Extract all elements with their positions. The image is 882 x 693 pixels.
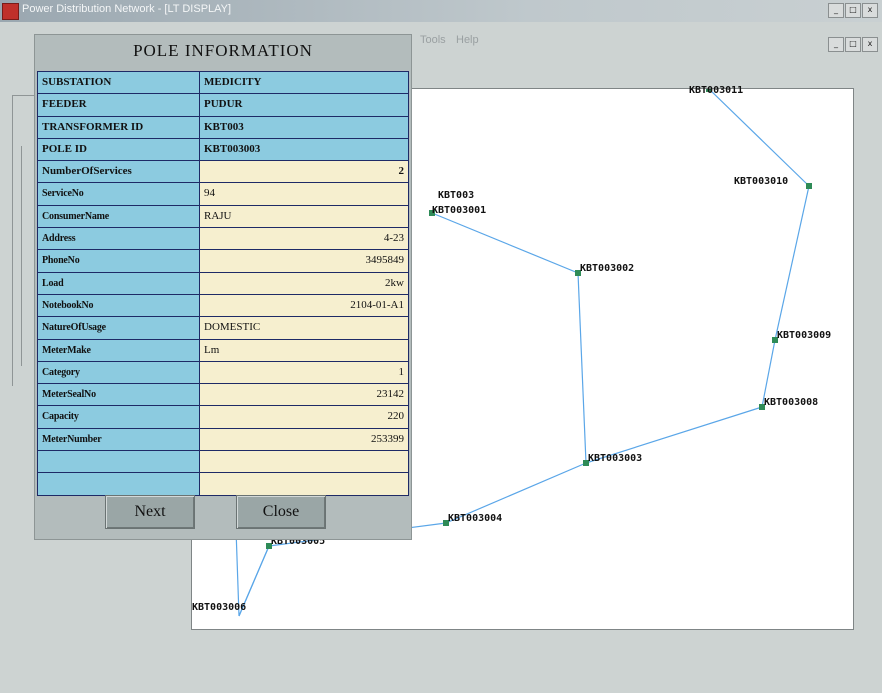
header-row: TRANSFORMER ID KBT003 (38, 116, 408, 139)
dialog-title: POLE INFORMATION (133, 41, 313, 60)
child-close-button[interactable]: x (862, 37, 878, 52)
pole-label[interactable]: KBT003008 (764, 397, 818, 408)
field-label: MeterSealNo (38, 384, 200, 406)
window-controls: _ □ x (828, 3, 878, 18)
field-label: MeterMake (38, 339, 200, 361)
field-label: Load (38, 272, 200, 294)
pole-label[interactable]: KBT003001 (432, 205, 486, 216)
field-label: NatureOfUsage (38, 317, 200, 339)
pole-label[interactable]: KBT003 (438, 190, 474, 201)
field-value[interactable]: 23142 (200, 384, 408, 406)
field-label: POLE ID (38, 138, 200, 161)
field-label (38, 473, 200, 495)
field-label: PhoneNo (38, 250, 200, 272)
field-value[interactable]: PUDUR (200, 94, 408, 116)
field-label (38, 451, 200, 473)
field-value[interactable] (200, 451, 408, 473)
pole-node[interactable] (806, 183, 812, 189)
field-value[interactable]: 3495849 (200, 250, 408, 272)
network-edge (708, 89, 810, 187)
service-row (38, 473, 408, 495)
field-value[interactable]: KBT003003 (200, 138, 408, 161)
service-row: NatureOfUsage DOMESTIC (38, 317, 408, 340)
field-label: SUBSTATION (38, 72, 200, 94)
window-titlebar: Power Distribution Network - [LT DISPLAY… (0, 0, 882, 22)
pole-label[interactable]: KBT003006 (192, 602, 246, 613)
field-value[interactable]: 1 (200, 361, 408, 384)
field-value[interactable]: 220 (200, 406, 408, 428)
field-value[interactable]: MEDICITY (200, 72, 408, 94)
child-minimize-button[interactable]: _ (828, 37, 844, 52)
field-value[interactable]: 94 (200, 183, 408, 205)
network-edge (774, 185, 810, 341)
pole-label[interactable]: KBT003003 (588, 453, 642, 464)
menu-help[interactable]: Help (456, 34, 479, 46)
service-row: Load 2kw (38, 272, 408, 295)
field-label: MeterNumber (38, 428, 200, 451)
next-button[interactable]: Next (105, 495, 195, 529)
network-edge (577, 272, 587, 464)
field-label: ServiceNo (38, 183, 200, 205)
network-edge (431, 212, 579, 274)
child-window-controls: _ □ x (828, 37, 878, 52)
close-window-button[interactable]: x (862, 3, 878, 18)
field-value[interactable]: 4-23 (200, 228, 408, 250)
pole-label[interactable]: KBT003011 (689, 85, 743, 96)
field-label: NumberOfServices (38, 161, 200, 183)
pole-label[interactable]: KBT003004 (448, 513, 502, 524)
field-value[interactable]: RAJU (200, 205, 408, 228)
service-row: ConsumerName RAJU (38, 205, 408, 229)
service-row: ServiceNo 94 (38, 183, 408, 206)
minimize-button[interactable]: _ (828, 3, 844, 18)
field-label: Category (38, 361, 200, 384)
field-label: FEEDER (38, 94, 200, 116)
service-row: Capacity 220 (38, 406, 408, 429)
pole-label[interactable]: KBT003010 (734, 176, 788, 187)
field-value[interactable]: DOMESTIC (200, 317, 408, 339)
service-row: Address 4-23 (38, 228, 408, 251)
field-value[interactable]: 2 (200, 161, 408, 183)
header-row: POLE ID KBT003003 (38, 138, 408, 162)
service-row: MeterMake Lm (38, 339, 408, 362)
pole-label[interactable]: KBT003002 (580, 263, 634, 274)
service-row (38, 451, 408, 474)
service-row: Category 1 (38, 361, 408, 385)
field-value[interactable]: 253399 (200, 428, 408, 451)
header-row: FEEDER PUDUR (38, 94, 408, 117)
field-value[interactable]: Lm (200, 339, 408, 361)
field-value[interactable] (200, 473, 408, 495)
menu-tools[interactable]: Tools (420, 34, 446, 46)
close-button[interactable]: Close (236, 495, 326, 529)
field-label: NotebookNo (38, 294, 200, 317)
field-label: Capacity (38, 406, 200, 428)
pole-info-grid: SUBSTATION MEDICITY FEEDER PUDUR TRANSFORMER… (37, 71, 409, 496)
service-row: NotebookNo 2104-01-A1 (38, 294, 408, 318)
header-row: SUBSTATION MEDICITY (38, 72, 408, 95)
field-value[interactable]: 2kw (200, 272, 408, 294)
pole-information-dialog: POLE INFORMATION SUBSTATION MEDICITY FEEDE… (34, 34, 412, 540)
field-value[interactable]: 2104-01-A1 (200, 294, 408, 317)
app-icon (2, 3, 19, 20)
field-label: Address (38, 228, 200, 250)
field-label: TRANSFORMER ID (38, 116, 200, 138)
field-label: ConsumerName (38, 205, 200, 228)
field-value[interactable]: KBT003 (200, 116, 408, 138)
child-maximize-button[interactable]: □ (845, 37, 861, 52)
service-row: PhoneNo 3495849 (38, 250, 408, 273)
services-count-row: NumberOfServices 2 (38, 161, 408, 184)
pole-label[interactable]: KBT003009 (777, 330, 831, 341)
service-row: MeterNumber 253399 (38, 428, 408, 452)
window-title: Power Distribution Network - [LT DISPLAY… (22, 3, 232, 15)
service-row: MeterSealNo 23142 (38, 384, 408, 407)
maximize-button[interactable]: □ (845, 3, 861, 18)
